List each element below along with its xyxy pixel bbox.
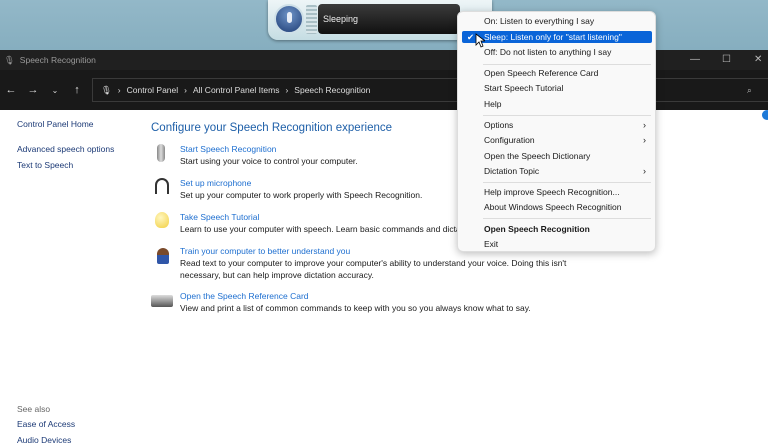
menu-item-configuration[interactable]: Configuration › <box>462 134 652 146</box>
see-also-audio-devices[interactable]: Audio Devices <box>17 435 71 445</box>
menu-item-start-tutorial[interactable]: Start Speech Tutorial <box>462 82 652 94</box>
menu-separator <box>483 64 651 65</box>
main-content: Configure your Speech Recognition experi… <box>151 122 566 313</box>
breadcrumb-item[interactable]: Control Panel <box>127 85 179 95</box>
back-icon[interactable]: ← <box>0 84 22 96</box>
minimize-button[interactable]: — <box>690 54 700 65</box>
task-description: Read text to your computer to improve yo… <box>180 258 567 280</box>
menu-item-dictation-topic[interactable]: Dictation Topic › <box>462 165 652 177</box>
menu-item-off[interactable]: Off: Do not listen to anything I say <box>462 46 652 58</box>
user-icon <box>157 248 169 264</box>
address-bar[interactable]: 🎙 › Control Panel › All Control Panel Item… <box>92 78 768 102</box>
menu-separator <box>483 182 651 183</box>
start-speech-recognition-link[interactable]: Start Speech Recognition <box>180 144 276 154</box>
menu-item-help-improve[interactable]: Help improve Speech Recognition... <box>462 186 652 198</box>
open-speech-reference-card-link[interactable]: Open the Speech Reference Card <box>180 291 309 301</box>
menu-item-open-speech-recognition[interactable]: Open Speech Recognition <box>462 223 652 235</box>
printer-icon <box>151 295 173 307</box>
train-computer-link[interactable]: Train your computer to better understand… <box>180 246 350 256</box>
chevron-right-icon: › <box>643 166 646 176</box>
see-also-label: See also <box>17 404 51 414</box>
mouse-cursor-icon <box>475 33 485 48</box>
chevron-down-icon[interactable]: ⌄ <box>44 86 66 95</box>
menu-item-sleep[interactable]: ✔ Sleep: Listen only for "start listening… <box>462 31 652 43</box>
microphone-icon: 🎙 <box>4 54 15 65</box>
lightbulb-icon <box>155 212 169 228</box>
menu-item-dictionary[interactable]: Open the Speech Dictionary <box>462 150 652 162</box>
breadcrumb-item[interactable]: Speech Recognition <box>294 85 370 95</box>
menu-item-help[interactable]: Help <box>462 98 652 110</box>
status-display: Sleeping <box>318 4 460 34</box>
chevron-right-icon: › <box>643 135 646 145</box>
volume-meter <box>306 5 317 34</box>
microphone-icon: 🎙 <box>101 84 112 95</box>
chevron-right-icon: › <box>643 120 646 130</box>
see-also-ease-of-access[interactable]: Ease of Access <box>17 419 75 429</box>
sidebar-item-control-panel-home[interactable]: Control Panel Home <box>17 119 94 129</box>
search-icon[interactable]: ⌕ <box>747 85 752 96</box>
close-button[interactable]: ✕ <box>754 54 762 65</box>
page-title: Configure your Speech Recognition experi… <box>151 122 393 134</box>
forward-icon[interactable]: → <box>22 84 44 96</box>
menu-item-exit[interactable]: Exit <box>462 238 652 250</box>
task-description: View and print a list of common commands… <box>180 303 531 313</box>
menu-separator <box>483 115 651 116</box>
speech-context-menu: On: Listen to everything I say ✔ Sleep: L… <box>457 11 656 252</box>
menu-item-about[interactable]: About Windows Speech Recognition <box>462 201 652 213</box>
microphone-icon <box>157 144 165 162</box>
take-speech-tutorial-link[interactable]: Take Speech Tutorial <box>180 212 259 222</box>
menu-separator <box>483 218 651 219</box>
sidebar-item-text-to-speech[interactable]: Text to Speech <box>17 160 73 170</box>
microphone-button[interactable] <box>274 4 304 34</box>
checkmark-icon: ✔ <box>467 32 475 42</box>
up-icon[interactable]: ↑ <box>66 84 88 96</box>
menu-item-open-reference-card[interactable]: Open Speech Reference Card <box>462 67 652 79</box>
headset-icon <box>155 178 169 194</box>
menu-item-on[interactable]: On: Listen to everything I say <box>462 15 652 27</box>
set-up-microphone-link[interactable]: Set up microphone <box>180 178 251 188</box>
breadcrumb-item[interactable]: All Control Panel Items <box>193 85 279 95</box>
sidebar-item-advanced-speech-options[interactable]: Advanced speech options <box>17 144 114 154</box>
menu-item-options[interactable]: Options › <box>462 119 652 131</box>
window-title: Speech Recognition <box>19 55 96 65</box>
notification-dot <box>762 110 768 120</box>
maximize-button[interactable]: ☐ <box>722 54 731 65</box>
